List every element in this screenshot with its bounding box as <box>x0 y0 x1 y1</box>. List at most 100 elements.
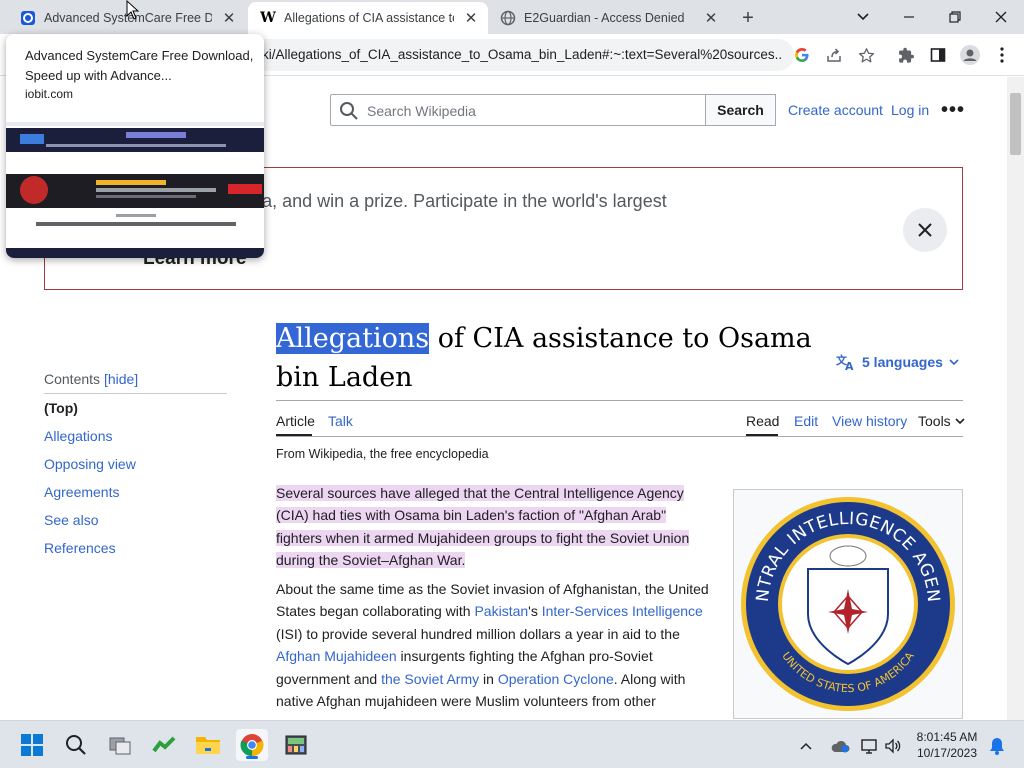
minimize-button[interactable] <box>897 5 921 29</box>
task-view-button[interactable] <box>104 729 136 761</box>
start-button[interactable] <box>16 729 48 761</box>
task-view-icon <box>109 737 131 755</box>
taskbar-clock[interactable]: 8:01:45 AM 10/17/2023 <box>912 729 982 761</box>
banner-close-button[interactable] <box>903 208 947 252</box>
active-indicator <box>246 756 258 759</box>
restore-button[interactable] <box>943 5 967 29</box>
network-icon[interactable] <box>858 735 880 757</box>
link-isi[interactable]: Inter-Services Intelligence <box>542 603 703 619</box>
onedrive-cloud-icon[interactable] <box>829 735 851 757</box>
share-icon[interactable] <box>822 43 846 67</box>
highlighted-text: Several sources have alleged that the Ce… <box>276 485 690 569</box>
tab-close-icon[interactable]: ✕ <box>462 9 480 27</box>
tab-view-history[interactable]: View history <box>832 413 907 429</box>
link-afghan-mujahideen[interactable]: Afghan Mujahideen <box>276 648 397 664</box>
taskbar-app-green[interactable] <box>148 729 180 761</box>
tab-title: E2Guardian - Access Denied <box>524 11 685 25</box>
toc-item-references[interactable]: References <box>44 540 116 556</box>
toc-item-see-also[interactable]: See also <box>44 512 98 528</box>
text: 's <box>528 603 542 620</box>
extensions-puzzle-icon[interactable] <box>894 43 918 67</box>
tab-wikipedia[interactable]: W Allegations of CIA assistance to ✕ <box>248 2 488 34</box>
search-button[interactable]: Search <box>705 94 776 126</box>
svg-text:A: A <box>845 360 854 371</box>
side-panel-icon[interactable] <box>926 43 950 67</box>
tools-menu[interactable]: Tools <box>918 413 965 429</box>
search-icon <box>66 735 86 755</box>
text: (ISI) to provide several hundred million… <box>276 625 680 642</box>
mouse-cursor-icon <box>126 0 140 20</box>
url-text[interactable]: ki/Allegations_of_CIA_assistance_to_Osam… <box>262 47 782 62</box>
tab-edit[interactable]: Edit <box>794 413 818 429</box>
text: in <box>479 670 498 687</box>
tab-title: Allegations of CIA assistance to <box>284 11 454 25</box>
link-soviet-army[interactable]: the Soviet Army <box>381 671 479 687</box>
more-options-icon[interactable]: ••• <box>941 99 965 122</box>
tab-article[interactable]: Article <box>276 413 315 429</box>
tab-strip: Advanced SystemCare Free Dow ✕ W Allegat… <box>0 0 1024 34</box>
toc-divider <box>44 393 227 394</box>
create-account-link[interactable]: Create account <box>788 102 883 118</box>
title-divider <box>276 400 963 401</box>
search-icon <box>339 101 359 126</box>
bookmark-star-icon[interactable] <box>854 43 878 67</box>
file-explorer-button[interactable] <box>192 729 224 761</box>
hover-card-domain: iobit.com <box>25 87 74 101</box>
toc-title: Contents [hide] <box>44 371 138 387</box>
log-in-link[interactable]: Log in <box>891 102 929 118</box>
taskbar-search-button[interactable] <box>60 729 92 761</box>
chrome-icon <box>240 734 264 757</box>
iobit-favicon-icon <box>20 10 36 26</box>
notification-bell-icon[interactable] <box>986 735 1008 757</box>
globe-icon <box>500 10 516 26</box>
google-icon[interactable] <box>790 43 814 67</box>
windows-taskbar: 8:01:45 AM 10/17/2023 <box>0 720 1024 768</box>
chrome-menu-icon[interactable] <box>990 43 1014 67</box>
tab-close-icon[interactable]: ✕ <box>702 9 720 27</box>
hover-card-title: Advanced SystemCare Free Download, Speed… <box>25 48 254 83</box>
close-window-button[interactable] <box>989 5 1013 29</box>
vertical-scrollbar[interactable] <box>1007 77 1024 720</box>
chevron-down-icon <box>949 358 959 365</box>
tab-read[interactable]: Read <box>746 413 779 429</box>
lead-paragraph: Several sources have alleged that the Ce… <box>276 482 711 572</box>
translate-icon: 文A <box>836 353 854 371</box>
link-pakistan[interactable]: Pakistan <box>474 603 528 619</box>
clock-time: 8:01:45 AM <box>916 730 978 744</box>
languages-label: 5 languages <box>862 354 943 370</box>
cia-seal-icon: CENTRAL INTELLIGENCE AGENCY UNITED STATE… <box>738 494 955 711</box>
wikipedia-favicon-icon: W <box>260 10 276 26</box>
taskbar-app-utility[interactable] <box>280 729 312 761</box>
tab-e2guardian[interactable]: E2Guardian - Access Denied ✕ <box>488 2 728 34</box>
tab-talk[interactable]: Talk <box>328 413 353 429</box>
tab-search-chevron-icon[interactable] <box>851 5 875 29</box>
toc-item-allegations[interactable]: Allegations <box>44 428 113 444</box>
folder-icon <box>196 737 220 754</box>
profile-avatar-icon[interactable] <box>958 43 982 67</box>
toc-item-top[interactable]: (Top) <box>44 400 78 416</box>
show-hidden-icons-chevron-icon[interactable] <box>795 735 817 757</box>
chrome-taskbar-button[interactable] <box>236 729 268 761</box>
languages-button[interactable]: 文A 5 languages <box>836 353 959 371</box>
close-icon <box>918 223 932 237</box>
page-title: Allegations of CIA assistance to Osama b… <box>276 319 836 397</box>
body-paragraph: About the same time as the Soviet invasi… <box>276 578 711 712</box>
tab-close-icon[interactable]: ✕ <box>220 9 238 27</box>
address-bar[interactable]: ki/Allegations_of_CIA_assistance_to_Osam… <box>250 39 794 71</box>
tab-hover-card: Advanced SystemCare Free Download, Speed… <box>6 34 264 258</box>
toc-heading: Contents <box>44 371 101 387</box>
toc-item-agreements[interactable]: Agreements <box>44 484 119 500</box>
hover-card-preview-image <box>6 114 264 258</box>
screen: Advanced SystemCare Free Dow ✕ W Allegat… <box>0 0 1024 768</box>
cia-seal-image[interactable]: CENTRAL INTELLIGENCE AGENCY UNITED STATE… <box>733 489 963 719</box>
tabs-divider <box>276 436 963 437</box>
search-placeholder: Search Wikipedia <box>367 103 476 119</box>
volume-icon[interactable] <box>882 735 904 757</box>
scrollbar-thumb[interactable] <box>1010 93 1021 155</box>
link-operation-cyclone[interactable]: Operation Cyclone <box>498 671 614 687</box>
toc-item-opposing-view[interactable]: Opposing view <box>44 456 136 472</box>
toc-hide-toggle[interactable]: [hide] <box>104 371 138 387</box>
new-tab-button[interactable]: + <box>737 7 759 29</box>
search-input[interactable]: Search Wikipedia <box>330 94 706 126</box>
clock-date: 10/17/2023 <box>916 746 978 760</box>
